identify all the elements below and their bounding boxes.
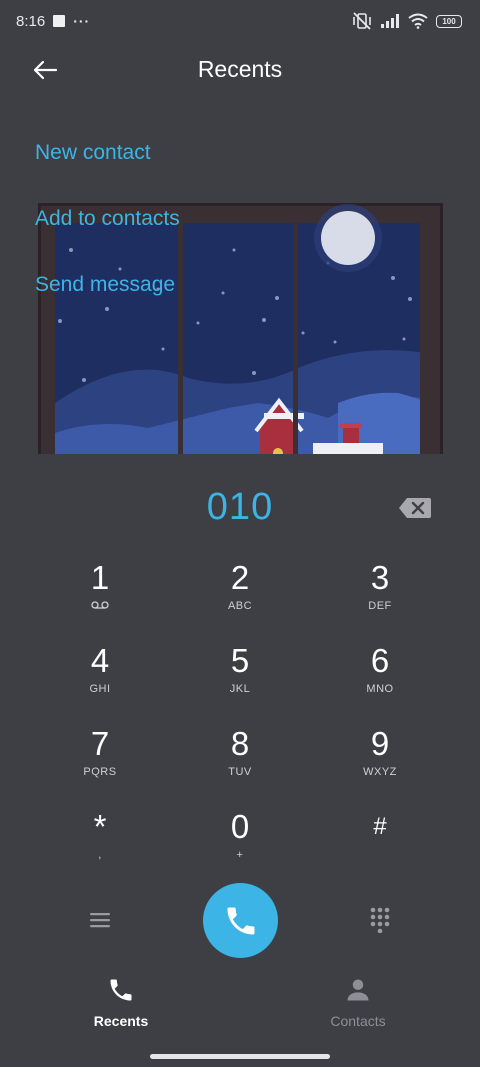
key-letters: TUV (228, 766, 252, 778)
key-letters: WXYZ (363, 766, 397, 778)
key-digit: 7 (90, 725, 110, 762)
notification-icon (53, 15, 66, 27)
key-digit: 8 (230, 725, 250, 762)
key-digit: 6 (370, 642, 390, 679)
key-letters: DEF (368, 600, 392, 612)
call-button[interactable] (203, 883, 278, 958)
keypad-toggle-button[interactable] (369, 907, 391, 934)
status-right: 100 (352, 12, 462, 30)
status-bar: 8:16 ··· 100 (0, 0, 480, 42)
key-2[interactable]: 2 ABC (170, 560, 310, 640)
add-to-contacts-link[interactable]: Add to contacts (35, 206, 180, 272)
key-digit: 1 (90, 559, 110, 596)
home-indicator[interactable] (150, 1054, 330, 1059)
key-6[interactable]: 6 MNO (310, 643, 450, 723)
voicemail-icon (91, 601, 109, 609)
header: Recents (0, 48, 480, 92)
backspace-button[interactable] (398, 497, 432, 519)
key-4[interactable]: 4 GHI (30, 643, 170, 723)
key-digit: 4 (90, 642, 110, 679)
phone-icon (227, 907, 254, 934)
key-digit: # (373, 813, 387, 840)
key-0[interactable]: 0 + (170, 809, 310, 889)
key-7[interactable]: 7 PQRS (30, 726, 170, 806)
key-letters: JKL (229, 683, 251, 695)
signal-icon (381, 14, 399, 28)
key-letters: PQRS (83, 766, 117, 778)
key-5[interactable]: 5 JKL (170, 643, 310, 723)
more-notifications-icon: ··· (73, 13, 91, 29)
tab-contacts[interactable]: Contacts (298, 976, 418, 1029)
recents-menu: New contact Add to contacts Send message (35, 140, 180, 338)
status-time: 8:16 (16, 12, 46, 30)
bottom-nav: Recents Contacts (0, 976, 480, 1036)
key-digit: * (93, 808, 107, 845)
key-digit: 9 (370, 725, 390, 762)
key-digit: 5 (230, 642, 250, 679)
key-8[interactable]: 8 TUV (170, 726, 310, 806)
send-message-link[interactable]: Send message (35, 272, 180, 338)
key-letters: MNO (366, 683, 394, 695)
menu-lines-icon (90, 913, 110, 928)
key-digit: 2 (230, 559, 250, 596)
key-letters: , (98, 849, 102, 861)
new-contact-link[interactable]: New contact (35, 140, 180, 206)
tab-recents-label: Recents (93, 1013, 149, 1029)
key-star[interactable]: * , (30, 809, 170, 889)
key-3[interactable]: 3 DEF (310, 560, 450, 640)
menu-button[interactable] (88, 910, 112, 930)
wifi-icon (408, 13, 428, 29)
dialer-actions (0, 882, 480, 962)
key-9[interactable]: 9 WXYZ (310, 726, 450, 806)
vibrate-off-icon (353, 12, 371, 30)
key-letters: ABC (227, 600, 253, 612)
tab-recents[interactable]: Recents (61, 976, 181, 1029)
tab-contacts-label: Contacts (330, 1013, 386, 1029)
key-1[interactable]: 1 (30, 560, 170, 640)
phone-icon (110, 979, 132, 1001)
key-letters: GHI (89, 683, 111, 695)
key-digit: 0 (230, 808, 250, 845)
key-letters: + (236, 849, 244, 861)
backspace-icon (399, 498, 431, 518)
status-left: 8:16 ··· (16, 13, 90, 30)
person-icon (347, 979, 369, 1001)
key-digit: 3 (370, 559, 390, 596)
page-title: Recents (197, 56, 283, 82)
dialpad-icon (370, 907, 390, 934)
key-hash[interactable]: # (310, 809, 450, 889)
battery-icon: 100 (436, 14, 462, 28)
